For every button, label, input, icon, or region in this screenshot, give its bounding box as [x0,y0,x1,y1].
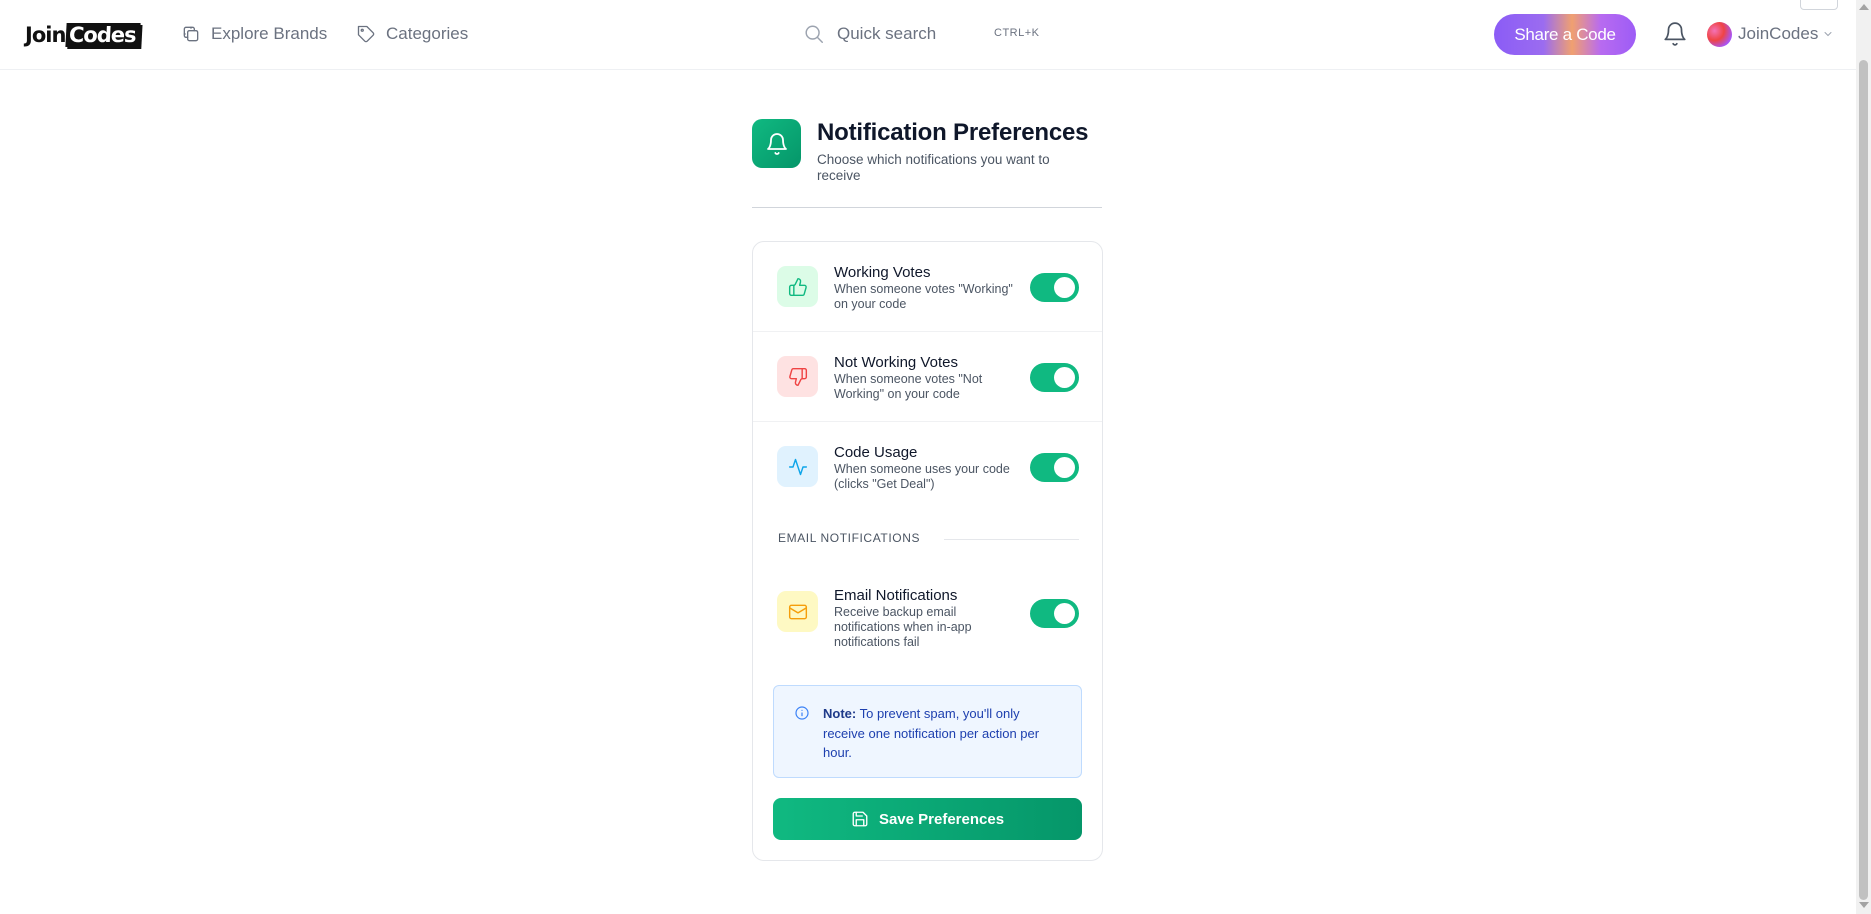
not-working-votes-desc: When someone votes "Not Working" on your… [834,372,983,401]
code-usage-icon-badge [777,446,818,487]
toggle-knob [1054,457,1075,478]
save-icon [852,811,868,827]
save-preferences-label: Save Preferences [878,810,1005,828]
nav-explore-brands[interactable]: Explore Brands [181,18,327,50]
save-preferences-button[interactable]: Save Preferences [773,798,1082,840]
share-a-code-button[interactable]: Share a Code [1494,14,1636,55]
header-divider [752,207,1102,208]
page-bell-badge [752,119,801,168]
thumbs-down-icon [788,367,807,386]
logo-text-codes: Codes [65,23,141,47]
search-placeholder: Quick search [837,24,937,43]
notifications-bell-icon[interactable] [1662,21,1688,47]
search-shortcut-hint: CTRL+K [994,27,1040,39]
email-section-divider [944,539,1079,540]
not-working-votes-toggle[interactable] [1030,363,1079,392]
code-usage-desc: When someone uses your code (clicks "Get… [834,462,1010,491]
email-notifications-title: Email Notifications [834,587,958,604]
user-menu[interactable]: JoinCodes [1707,20,1834,48]
joincodes-logo[interactable]: Join Codes [25,22,141,48]
nav-categories[interactable]: Categories [356,18,468,50]
activity-icon [788,458,807,475]
logo-text-join: Join [25,23,66,47]
window-corner-button[interactable] [1800,0,1838,10]
toggle-knob [1054,603,1075,624]
quick-search[interactable]: Quick search CTRL+K [803,18,1043,50]
tag-icon [357,25,375,43]
user-name: JoinCodes [1738,24,1819,43]
page-title: Notification Preferences [817,119,1089,146]
bell-icon [766,132,787,155]
chevron-down-icon [1824,32,1832,37]
note-label: Note: [823,706,857,721]
email-notifications-icon-badge [777,591,818,632]
pref-row-email-notifications: Email Notifications Receive backup email… [753,567,1102,657]
mail-icon [788,604,807,619]
working-votes-toggle[interactable] [1030,273,1079,302]
code-usage-toggle[interactable] [1030,453,1079,482]
note-body: To prevent spam, you'll only receive one… [823,706,1040,760]
not-working-votes-title: Not Working Votes [834,354,958,371]
email-notifications-toggle[interactable] [1030,599,1079,628]
scroll-up-arrow-icon[interactable] [1859,4,1869,10]
avatar [1707,21,1732,47]
nav-categories-label: Categories [386,24,469,43]
scrollbar-thumb[interactable] [1859,60,1868,900]
toggle-knob [1054,277,1075,298]
pref-row-not-working-votes: Not Working Votes When someone votes "No… [753,332,1102,422]
email-notifications-desc: Receive backup email notifications when … [834,605,972,649]
top-navigation-bar: Join Codes Explore Brands Categories Qui… [0,0,1856,70]
working-votes-title: Working Votes [834,264,931,281]
info-icon [795,706,809,720]
pref-row-code-usage: Code Usage When someone uses your code (… [753,422,1102,512]
search-icon [805,25,823,43]
spam-note-box: Note: To prevent spam, you'll only recei… [773,685,1082,778]
thumbs-up-icon [788,277,807,296]
nav-explore-brands-label: Explore Brands [211,24,328,43]
email-section-label: EMAIL NOTIFICATIONS [778,531,921,545]
layers-icon [183,26,199,42]
toggle-knob [1054,367,1075,388]
working-votes-icon-badge [777,266,818,307]
note-text: Note: To prevent spam, you'll only recei… [823,704,1053,763]
page-subtitle: Choose which notifications you want to r… [817,152,1050,183]
scroll-down-arrow-icon[interactable] [1859,902,1869,908]
preferences-card: Working Votes When someone votes "Workin… [752,241,1103,861]
code-usage-title: Code Usage [834,444,918,461]
pref-row-working-votes: Working Votes When someone votes "Workin… [753,242,1102,332]
working-votes-desc: When someone votes "Working" on your cod… [834,282,1013,311]
not-working-votes-icon-badge [777,356,818,397]
